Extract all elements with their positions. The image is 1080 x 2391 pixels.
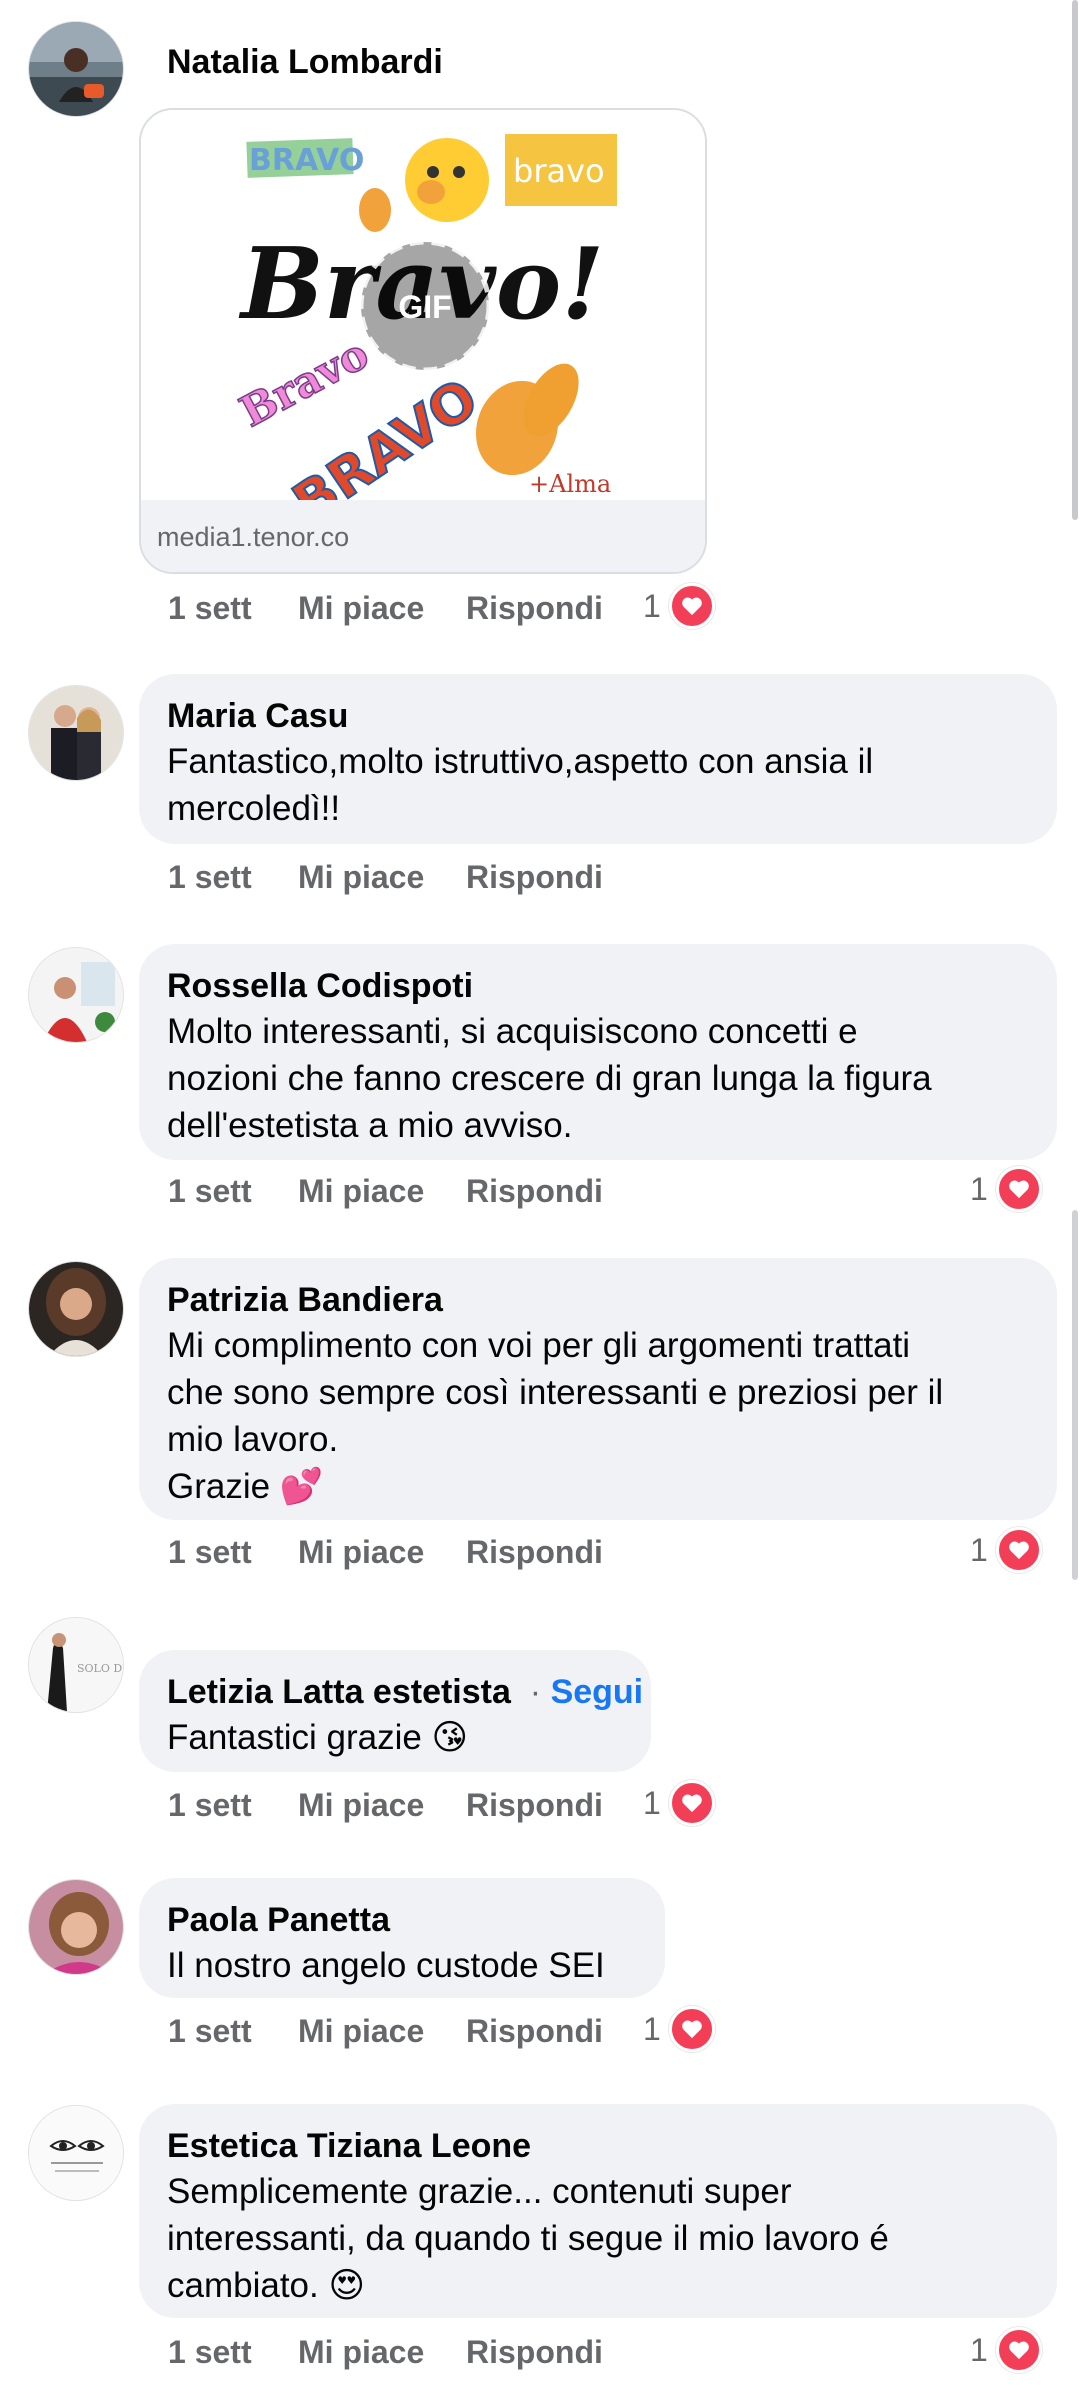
like-button[interactable]: Mi piace: [298, 1527, 424, 1577]
scrollbar-thumb[interactable]: [1072, 1210, 1078, 1580]
avatar[interactable]: [29, 1880, 123, 1974]
reaction-count[interactable]: 1: [970, 2325, 1042, 2375]
comment-text-line: che sono sempre così interessanti e prez…: [167, 1373, 944, 1412]
like-button[interactable]: Mi piace: [298, 583, 424, 633]
reaction-number: 1: [643, 2010, 661, 2047]
comment-text-line: Fantastico,molto istruttivo,aspetto con …: [167, 742, 874, 781]
like-button[interactable]: Mi piace: [298, 1780, 424, 1830]
like-button[interactable]: Mi piace: [298, 2327, 424, 2377]
comment-bubble[interactable]: Letizia Latta estetista · Segui Fantasti…: [139, 1650, 651, 1772]
reply-button[interactable]: Rispondi: [466, 1166, 603, 1216]
comment-text-line: Fantastici grazie 😘: [167, 1718, 469, 1757]
scrollbar-top[interactable]: [1072, 0, 1078, 520]
reply-button[interactable]: Rispondi: [466, 583, 603, 633]
comment-author-row: Letizia Latta estetista · Segui: [167, 1670, 643, 1714]
heart-icon: [668, 2006, 715, 2052]
comment-time[interactable]: 1 sett: [168, 2006, 252, 2056]
comment-bubble[interactable]: Estetica Tiziana Leone Semplicemente gra…: [139, 2104, 1057, 2318]
comment-author[interactable]: Rossella Codispoti: [167, 964, 1029, 1008]
gif-image: BRAVO bravo Bravo! Bravo BRAVO +Alma GIF: [141, 110, 705, 500]
comment-time[interactable]: 1 sett: [168, 583, 252, 633]
gif-source: media1.tenor.co: [157, 522, 350, 552]
reaction-number: 1: [643, 1784, 661, 1821]
avatar[interactable]: SOLO DIL: [29, 1618, 123, 1712]
comment-text-line: mercoledì!!: [167, 789, 341, 828]
comment-text-line: Mi complimento con voi per gli argomenti…: [167, 1326, 911, 1365]
reply-button[interactable]: Rispondi: [466, 852, 603, 902]
avatar-text: SOLO DIL: [77, 1662, 123, 1675]
comment-bubble[interactable]: Maria Casu Fantastico,molto istruttivo,a…: [139, 674, 1057, 844]
avatar[interactable]: [29, 948, 123, 1042]
comment-text-line: Molto interessanti, si acquisiscono conc…: [167, 1012, 858, 1051]
reaction-number: 1: [970, 1531, 988, 1568]
reply-button[interactable]: Rispondi: [466, 2327, 603, 2377]
comment-text-line: Semplicemente grazie... contenuti super: [167, 2172, 792, 2211]
reply-button[interactable]: Rispondi: [466, 1527, 603, 1577]
comment-time[interactable]: 1 sett: [168, 852, 252, 902]
comment-text-line: Il nostro angelo custode SEI: [167, 1946, 605, 1985]
comment-author[interactable]: Paola Panetta: [167, 1898, 637, 1942]
reaction-count[interactable]: 1: [643, 2004, 715, 2054]
gif-attachment[interactable]: BRAVO bravo Bravo! Bravo BRAVO +Alma GIF…: [139, 108, 707, 574]
like-button[interactable]: Mi piace: [298, 852, 424, 902]
comment-author[interactable]: Maria Casu: [167, 694, 1029, 738]
comment-author[interactable]: Natalia Lombardi: [167, 40, 443, 84]
reaction-count[interactable]: 1: [970, 1525, 1042, 1575]
gif-tag-right: bravo: [513, 152, 605, 190]
heart-icon: [668, 583, 715, 629]
like-button[interactable]: Mi piace: [298, 1166, 424, 1216]
reply-button[interactable]: Rispondi: [466, 2006, 603, 2056]
heart-icon: [995, 1166, 1042, 1212]
follow-button[interactable]: Segui: [551, 1673, 644, 1711]
comment-author[interactable]: Letizia Latta estetista: [167, 1673, 511, 1711]
gif-signature: +Alma: [529, 470, 611, 498]
comment-text-line: cambiato. 😍: [167, 2266, 365, 2305]
separator-dot: ·: [520, 1673, 551, 1711]
comment-text-line: dell'estetista a mio avviso.: [167, 1106, 573, 1145]
comment-bubble[interactable]: Paola Panetta Il nostro angelo custode S…: [139, 1878, 665, 1998]
gif-tag-left: BRAVO: [249, 143, 364, 178]
comment-time[interactable]: 1 sett: [168, 2327, 252, 2377]
reaction-count[interactable]: 1: [643, 581, 715, 631]
comment-text-line: interessanti, da quando ti segue il mio …: [167, 2219, 889, 2258]
avatar[interactable]: [29, 1262, 123, 1356]
comment-author[interactable]: Estetica Tiziana Leone: [167, 2124, 1029, 2168]
comment-time[interactable]: 1 sett: [168, 1780, 252, 1830]
comment-text-line: mio lavoro.: [167, 1420, 339, 1459]
reply-button[interactable]: Rispondi: [466, 1780, 603, 1830]
comment-text-line: nozioni che fanno crescere di gran lunga…: [167, 1059, 932, 1098]
heart-icon: [668, 1780, 715, 1826]
reaction-number: 1: [643, 587, 661, 624]
reaction-number: 1: [970, 2331, 988, 2368]
comment-time[interactable]: 1 sett: [168, 1527, 252, 1577]
comment-text-line: Grazie 💕: [167, 1467, 324, 1506]
comment-author[interactable]: Patrizia Bandiera: [167, 1278, 1029, 1322]
like-button[interactable]: Mi piace: [298, 2006, 424, 2056]
heart-icon: [995, 2327, 1042, 2373]
comment-time[interactable]: 1 sett: [168, 1166, 252, 1216]
comment-bubble[interactable]: Patrizia Bandiera Mi complimento con voi…: [139, 1258, 1057, 1520]
reaction-count[interactable]: 1: [970, 1164, 1042, 1214]
avatar[interactable]: [29, 22, 123, 116]
gif-badge[interactable]: GIF: [398, 289, 451, 325]
gif-link-footer[interactable]: media1.tenor.co: [141, 500, 705, 572]
comment-bubble[interactable]: Rossella Codispoti Molto interessanti, s…: [139, 944, 1057, 1160]
avatar[interactable]: [29, 686, 123, 780]
heart-icon: [995, 1527, 1042, 1573]
reaction-number: 1: [970, 1170, 988, 1207]
reaction-count[interactable]: 1: [643, 1778, 715, 1828]
avatar[interactable]: [29, 2106, 123, 2200]
